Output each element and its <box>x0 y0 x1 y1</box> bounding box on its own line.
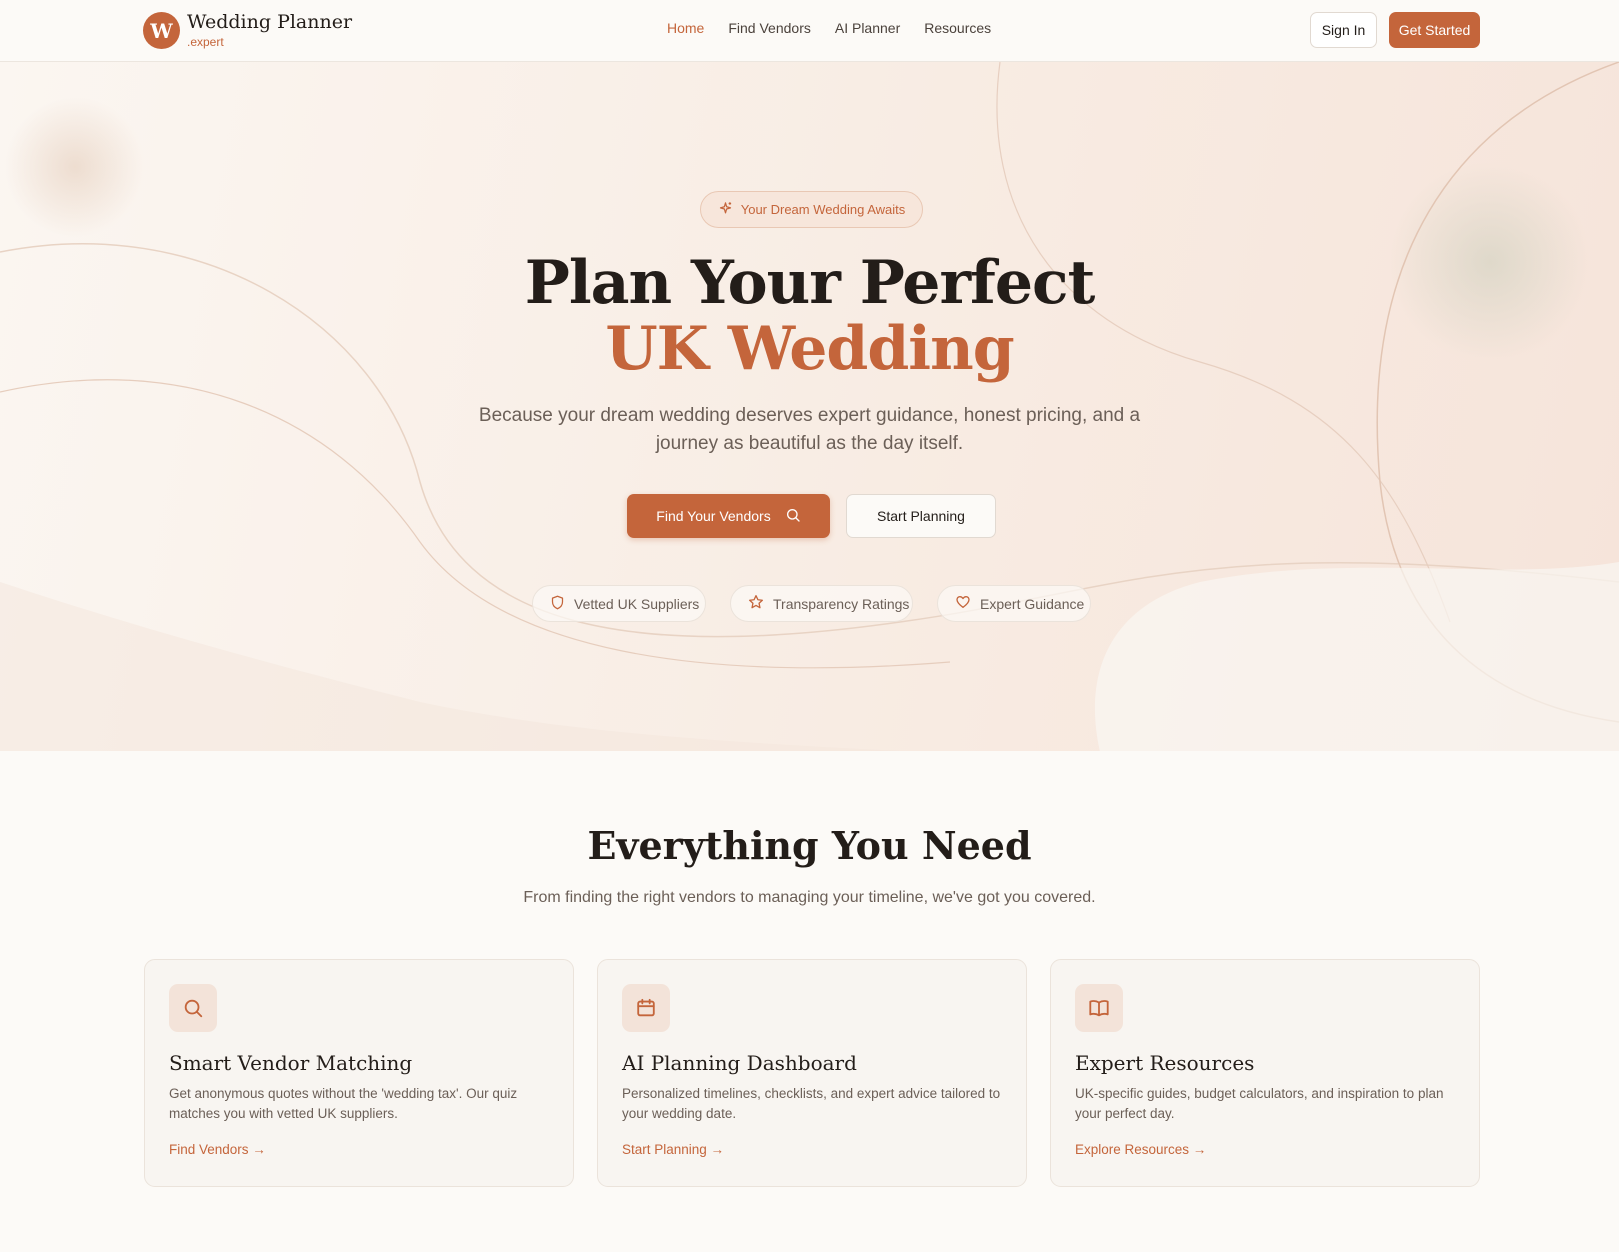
sparkle-icon <box>718 201 733 219</box>
search-icon <box>785 507 801 526</box>
shield-icon <box>550 595 565 613</box>
nav-links: Home Find Vendors AI Planner Resources <box>667 20 991 36</box>
nav-link-find-vendors[interactable]: Find Vendors <box>728 20 811 36</box>
badge-transparency-ratings: Transparency Ratings <box>730 585 913 622</box>
badge-expert-guidance: Expert Guidance <box>937 585 1091 622</box>
card-title: Smart Vendor Matching <box>169 1051 413 1075</box>
hero-title-line2: UK Wedding <box>605 314 1014 384</box>
get-started-button[interactable]: Get Started <box>1389 12 1480 48</box>
find-your-vendors-label: Find Your Vendors <box>656 508 771 524</box>
badge-vetted-suppliers: Vetted UK Suppliers <box>532 585 706 622</box>
logo[interactable]: W Wedding Planner .expert <box>143 12 352 49</box>
sign-in-button[interactable]: Sign In <box>1310 12 1377 48</box>
feature-card-ai-dashboard: AI Planning Dashboard Personalized timel… <box>597 959 1027 1187</box>
card-title: AI Planning Dashboard <box>622 1051 857 1075</box>
hero-description: Because your dream wedding deserves expe… <box>478 405 1141 454</box>
top-nav: W Wedding Planner .expert Home Find Vend… <box>0 0 1619 62</box>
features-title: Everything You Need <box>587 823 1032 868</box>
hero-section: Your Dream Wedding Awaits Plan Your Perf… <box>0 62 1619 751</box>
book-icon <box>1075 984 1123 1032</box>
card-title: Expert Resources <box>1075 1051 1255 1075</box>
feature-card-vendor-matching: Smart Vendor Matching Get anonymous quot… <box>144 959 574 1187</box>
star-icon <box>748 594 764 613</box>
card-description: UK-specific guides, budget calculators, … <box>1075 1086 1444 1121</box>
start-planning-button[interactable]: Start Planning <box>846 494 996 538</box>
feature-card-expert-resources: Expert Resources UK-specific guides, bud… <box>1050 959 1480 1187</box>
card-description: Get anonymous quotes without the 'weddin… <box>169 1086 518 1121</box>
explore-resources-link[interactable]: Explore Resources → <box>1075 1142 1206 1157</box>
find-your-vendors-button[interactable]: Find Your Vendors <box>627 494 830 538</box>
start-planning-link[interactable]: Start Planning → <box>622 1142 724 1157</box>
heart-icon <box>955 594 971 613</box>
calendar-icon <box>622 984 670 1032</box>
logo-title: Wedding Planner <box>187 11 353 33</box>
hero-pill: Your Dream Wedding Awaits <box>700 191 923 228</box>
find-vendors-link[interactable]: Find Vendors → <box>169 1142 266 1157</box>
nav-link-home[interactable]: Home <box>667 20 704 36</box>
logo-badge: W <box>143 12 180 49</box>
card-description: Personalized timelines, checklists, and … <box>622 1086 1001 1121</box>
nav-link-resources[interactable]: Resources <box>924 20 991 36</box>
nav-link-ai-planner[interactable]: AI Planner <box>835 20 900 36</box>
badge-label: Vetted UK Suppliers <box>574 595 700 612</box>
badge-label: Transparency Ratings <box>773 595 910 612</box>
features-subtitle: From finding the right vendors to managi… <box>523 889 1096 906</box>
logo-subtitle: .expert <box>187 35 224 49</box>
hero-title-line1: Plan Your Perfect <box>524 248 1096 318</box>
search-icon <box>169 984 217 1032</box>
hero-pill-text: Your Dream Wedding Awaits <box>740 202 906 217</box>
badge-label: Expert Guidance <box>980 595 1085 612</box>
